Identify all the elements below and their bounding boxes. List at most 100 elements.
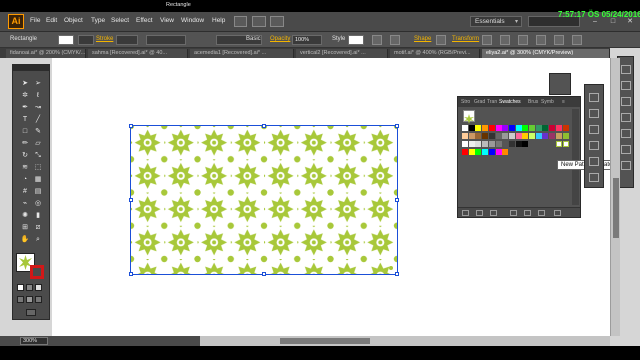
artboards-dock-icon[interactable] (621, 161, 631, 170)
swatch-options-icon[interactable] (510, 210, 517, 216)
color-swatch[interactable] (462, 125, 468, 131)
bridge-icon[interactable] (234, 16, 247, 27)
color-swatch[interactable] (549, 133, 556, 139)
color-swatch[interactable] (529, 125, 535, 131)
eyedropper-icon[interactable]: ⌁ (20, 199, 30, 208)
pattern-swatch-thumbnail[interactable] (463, 110, 475, 124)
fill-color-dropdown[interactable] (58, 35, 74, 45)
color-swatch[interactable] (508, 125, 515, 131)
color-swatch[interactable] (502, 149, 509, 155)
hand-tool-icon[interactable]: ✋ (20, 235, 30, 244)
color-swatch[interactable] (488, 133, 495, 139)
pencil-tool-icon[interactable]: ✏ (20, 139, 30, 148)
vertical-scrollbar[interactable] (610, 58, 620, 336)
type-tool-icon[interactable]: T (20, 115, 30, 124)
tab-document[interactable]: acemedia1 [Recovered].ai* ... (190, 49, 294, 58)
color-swatch[interactable] (462, 133, 468, 139)
panel-menu-icon[interactable]: ≡ (562, 99, 565, 105)
blend-tool-icon[interactable]: ◎ (33, 199, 43, 208)
color-swatch[interactable] (468, 125, 475, 131)
distribute-icon[interactable] (536, 35, 546, 45)
selection-handle[interactable] (395, 272, 399, 276)
tab-gradient[interactable]: Grad (474, 99, 485, 105)
graph-tool-icon[interactable]: ▮ (33, 211, 43, 220)
color-swatch[interactable] (508, 133, 515, 139)
panel-menu-icon[interactable] (554, 35, 564, 45)
pen-tool-icon[interactable]: ✒ (20, 103, 30, 112)
tab-swatches[interactable]: Swatches (499, 99, 521, 105)
color-swatch[interactable] (535, 125, 542, 131)
color-swatch[interactable] (475, 149, 482, 155)
color-swatch[interactable] (462, 149, 468, 155)
menu-select[interactable]: Select (111, 17, 129, 24)
trash-icon[interactable] (554, 210, 561, 216)
menu-effect[interactable]: Effect (136, 17, 153, 24)
color-swatch[interactable] (535, 133, 542, 139)
isolate-icon[interactable] (482, 35, 492, 45)
stroke-label[interactable]: Stroke (96, 36, 113, 42)
stroke-color-dropdown[interactable] (78, 35, 94, 45)
variable-width-dropdown[interactable] (146, 35, 186, 45)
color-swatch[interactable] (475, 133, 482, 139)
color-swatch[interactable] (462, 141, 468, 147)
recolor-icon[interactable] (372, 35, 382, 45)
pattern-rectangle[interactable] (129, 124, 399, 276)
stroke-weight-field[interactable] (116, 35, 138, 45)
color-swatch[interactable] (495, 141, 502, 147)
color-swatch[interactable] (475, 141, 482, 147)
align-left-icon[interactable] (500, 35, 510, 45)
curvature-tool-icon[interactable]: ↝ (33, 103, 43, 112)
swatch-libraries-icon[interactable] (462, 210, 469, 216)
appearance-dock-icon[interactable] (621, 129, 631, 138)
color-swatch[interactable] (495, 133, 502, 139)
panel-scrollbar[interactable] (572, 109, 579, 205)
swatches-dock-icon[interactable] (589, 125, 599, 134)
color-swatch[interactable] (482, 133, 489, 139)
color-swatch[interactable] (468, 133, 475, 139)
rotate-tool-icon[interactable]: ↻ (20, 151, 30, 160)
direct-selection-tool-icon[interactable]: ➢ (33, 79, 43, 88)
scale-tool-icon[interactable]: ⤡ (33, 151, 43, 160)
color-swatch[interactable] (549, 125, 556, 131)
menu-object[interactable]: Object (64, 17, 83, 24)
selection-handle[interactable] (129, 272, 133, 276)
color-swatch[interactable] (468, 149, 475, 155)
free-transform-icon[interactable]: ⬚ (33, 163, 43, 172)
tab-document-active[interactable]: eliya2.ai* @ 300% (CMYK/Preview) (482, 49, 610, 58)
rectangle-tool-icon[interactable]: □ (20, 127, 30, 136)
draw-normal-button[interactable] (17, 296, 24, 303)
selection-handle[interactable] (395, 198, 399, 202)
opacity-field[interactable]: 100% (292, 35, 322, 45)
selection-handle[interactable] (262, 272, 266, 276)
color-swatch[interactable] (522, 141, 529, 147)
slice-tool-icon[interactable]: ⧄ (33, 223, 43, 232)
color-swatch[interactable] (542, 133, 549, 139)
clubs-icon[interactable] (589, 173, 599, 182)
color-swatch[interactable] (482, 141, 489, 147)
zoom-level[interactable]: 300% (20, 337, 48, 345)
tab-symbols[interactable]: Symb (541, 99, 554, 105)
color-swatch[interactable] (502, 125, 509, 131)
menu-window[interactable]: Window (181, 17, 204, 24)
arrange-documents-icon[interactable] (252, 16, 266, 27)
color-swatch[interactable] (495, 125, 502, 131)
color-swatch[interactable] (562, 133, 569, 139)
stroke-dock-icon[interactable] (621, 81, 631, 90)
color-swatch[interactable] (502, 133, 509, 139)
shape-builder-icon[interactable]: ◔ (20, 175, 30, 184)
tab-document[interactable]: motif.ai* @ 400% (RGB/Previ... (390, 49, 480, 58)
new-swatch-icon[interactable] (538, 210, 545, 216)
color-swatch[interactable] (488, 125, 495, 131)
selection-tool-icon[interactable]: ➤ (20, 79, 30, 88)
tab-stroke[interactable]: Stro (461, 99, 470, 105)
gradient-tool-icon[interactable]: ▤ (33, 187, 43, 196)
stroke-swatch[interactable] (30, 265, 44, 279)
tools-panel-grip[interactable] (13, 65, 49, 71)
gradient-mode-button[interactable] (26, 284, 33, 291)
color-swatch[interactable] (542, 125, 549, 131)
tab-document[interactable]: vertical2 [Recovered].ai* ... (296, 49, 388, 58)
color-swatch[interactable] (475, 125, 482, 131)
horizontal-scrollbar[interactable] (200, 336, 610, 346)
color-swatch[interactable] (555, 133, 562, 139)
pattern-swatch[interactable] (556, 141, 562, 147)
